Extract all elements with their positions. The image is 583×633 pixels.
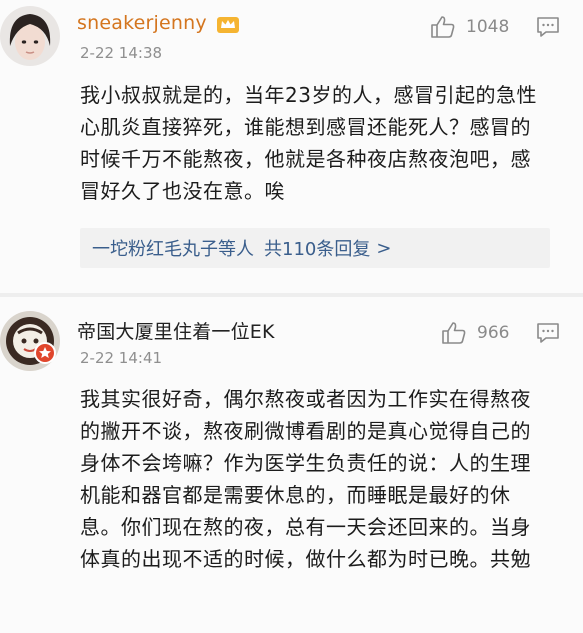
comment-text: 我其实很好奇，偶尔熬夜或者因为工作实在得熬夜的撇开不谈，熬夜刷微博看剧的是真心觉… [80, 387, 531, 571]
reply-button[interactable] [536, 16, 560, 42]
username[interactable]: 帝国大厦里住着一位EK [77, 317, 275, 344]
comment-1: sneakerjenny 2-22 14:38 1048 我小叔叔就是的，当年2… [0, 0, 583, 295]
like-button[interactable]: 966 [441, 321, 509, 345]
avatar[interactable] [0, 6, 60, 66]
like-count: 1048 [466, 17, 510, 37]
username-text[interactable]: sneakerjenny [77, 12, 207, 34]
comment-text: 我小叔叔就是的，当年23岁的人，感冒引起的急性心肌炎直接猝死，谁能想到感冒还能死… [80, 83, 537, 203]
verified-badge-icon [34, 342, 56, 364]
replies-link[interactable]: 一坨粉红毛丸子等人 共110条回复 > [80, 228, 550, 268]
reply-count: 共110条回复 [264, 239, 371, 260]
comment-icon [537, 17, 559, 37]
like-count: 966 [477, 323, 510, 343]
chevron-right-icon: > [376, 237, 392, 259]
vip-crown-icon [217, 16, 240, 33]
comment-icon [537, 323, 559, 343]
like-button[interactable]: 1048 [430, 15, 509, 39]
timestamp: 2-22 14:41 [80, 349, 163, 367]
reply-button[interactable] [536, 322, 560, 348]
thumbs-up-icon [431, 16, 455, 38]
thumbs-up-icon [442, 322, 466, 344]
reply-summary: 一坨粉红毛丸子等人 [92, 239, 254, 260]
comment-2: 帝国大厦里住着一位EK 2-22 14:41 我其实很好奇，偶尔熬夜或者因为工作… [0, 297, 583, 633]
timestamp: 2-22 14:38 [80, 44, 163, 62]
username[interactable]: sneakerjenny [77, 12, 240, 34]
